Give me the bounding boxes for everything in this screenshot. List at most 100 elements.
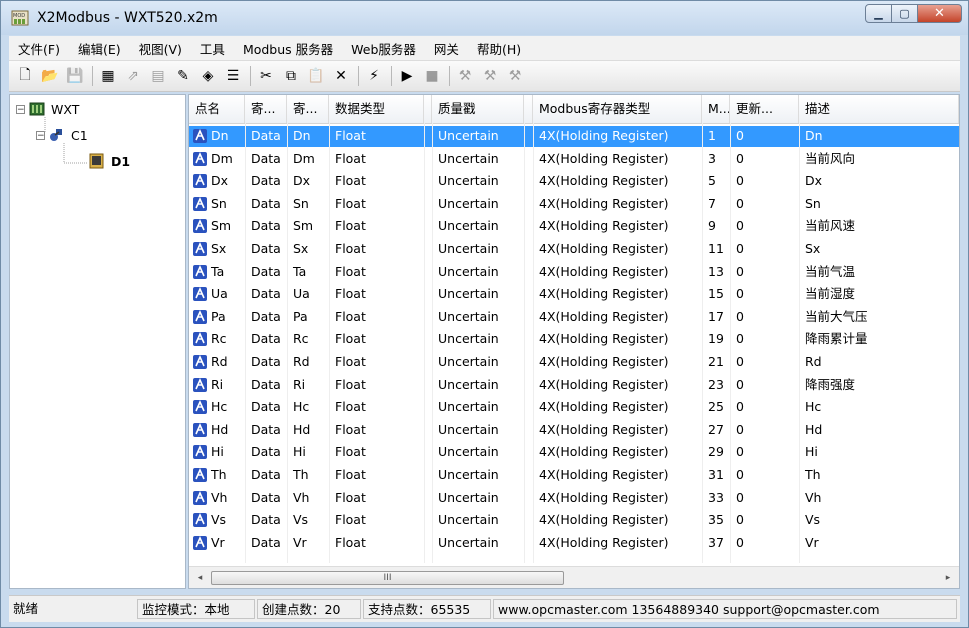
- table-cell: Dx: [211, 173, 229, 189]
- menu-item-1[interactable]: 编辑(E): [69, 39, 130, 58]
- tree-node-device[interactable]: D1: [88, 153, 130, 169]
- open-folder-icon[interactable]: 📂: [40, 66, 60, 86]
- table-row[interactable]: Pa Data Pa Float Uncertain 4X(Holding Registe…: [189, 306, 959, 329]
- table-cell: Th: [293, 467, 309, 482]
- close-button[interactable]: ✕: [918, 4, 962, 23]
- table-cell: Uncertain: [438, 150, 499, 166]
- menu-item-2[interactable]: 视图(V): [130, 39, 191, 58]
- menu-item-3[interactable]: 工具: [191, 39, 234, 58]
- table-cell: Uncertain: [438, 376, 499, 392]
- table-cell: Float: [335, 489, 366, 505]
- tree-node-channel[interactable]: − C1: [36, 127, 88, 143]
- save-icon[interactable]: 💾: [65, 66, 85, 86]
- table-row[interactable]: Rd Data Rd Float Uncertain 4X(Holding Registe…: [189, 351, 959, 374]
- tag-icon: [193, 129, 207, 143]
- table-row[interactable]: Dn Data Dn Float Uncertain 4X(Holding Registe…: [189, 125, 959, 148]
- table-cell: Data: [251, 195, 281, 211]
- collapse-icon[interactable]: −: [36, 130, 45, 140]
- batch-add-icon[interactable]: ◈: [198, 66, 218, 86]
- table-cell: Uncertain: [438, 308, 499, 324]
- column-header-0[interactable]: 点名: [189, 95, 245, 123]
- table-cell: Data: [251, 173, 281, 189]
- tool-c-icon[interactable]: ⚒: [505, 66, 525, 86]
- start-icon[interactable]: ▶: [397, 66, 417, 86]
- collapse-icon[interactable]: −: [16, 104, 25, 114]
- table-row[interactable]: Dm Data Dm Float Uncertain 4X(Holding Registe…: [189, 148, 959, 171]
- add-device-icon[interactable]: ▦: [98, 66, 118, 86]
- table-row[interactable]: Sn Data Sn Float Uncertain 4X(Holding Registe…: [189, 193, 959, 216]
- add-group-icon[interactable]: ▤: [148, 66, 168, 86]
- table-row[interactable]: Hd Data Hd Float Uncertain 4X(Holding Registe…: [189, 419, 959, 442]
- menu-item-4[interactable]: Modbus 服务器: [234, 39, 342, 58]
- table-row[interactable]: Vh Data Vh Float Uncertain 4X(Holding Registe…: [189, 487, 959, 510]
- column-header-8[interactable]: 描述: [799, 95, 959, 123]
- table-row[interactable]: Ta Data Ta Float Uncertain 4X(Holding Registe…: [189, 261, 959, 284]
- table-row[interactable]: Dx Data Dx Float Uncertain 4X(Holding Registe…: [189, 170, 959, 193]
- table-row[interactable]: Ri Data Ri Float Uncertain 4X(Holding Registe…: [189, 374, 959, 397]
- table-cell: Float: [335, 512, 366, 528]
- scroll-right-icon[interactable]: ▸: [941, 571, 955, 585]
- scroll-thumb[interactable]: III: [211, 571, 564, 585]
- table-row[interactable]: Sm Data Sm Float Uncertain 4X(Holding Registe…: [189, 215, 959, 238]
- table-row[interactable]: Th Data Th Float Uncertain 4X(Holding Registe…: [189, 464, 959, 487]
- table-row[interactable]: Ua Data Ua Float Uncertain 4X(Holding Registe…: [189, 283, 959, 306]
- grid-line: [702, 123, 703, 563]
- column-header-6[interactable]: M...: [702, 95, 730, 123]
- tag-icon: [193, 242, 207, 256]
- column-header-4[interactable]: 质量戳: [432, 95, 524, 123]
- table-cell: Dm: [293, 150, 315, 166]
- table-row[interactable]: Hi Data Hi Float Uncertain 4X(Holding Registe…: [189, 441, 959, 464]
- tool-b-icon[interactable]: ⚒: [480, 66, 500, 86]
- table-cell: Hi: [805, 444, 818, 460]
- title-bar[interactable]: MOD X2Modbus - WXT520.x2m ▁ ▢ ✕: [1, 1, 968, 35]
- menu-item-7[interactable]: 帮助(H): [468, 39, 530, 58]
- add-channel-icon[interactable]: ⇗: [123, 66, 143, 86]
- table-row[interactable]: Vs Data Vs Float Uncertain 4X(Holding Registe…: [189, 509, 959, 532]
- menu-item-5[interactable]: Web服务器: [342, 39, 425, 58]
- horizontal-scrollbar[interactable]: ◂ III ▸: [189, 566, 959, 588]
- table-row[interactable]: Rc Data Rc Float Uncertain 4X(Holding Registe…: [189, 328, 959, 351]
- minimize-button[interactable]: ▁: [865, 4, 892, 23]
- maximize-button[interactable]: ▢: [892, 4, 918, 23]
- tag-icon: [193, 264, 207, 279]
- delete-icon[interactable]: ✕: [331, 66, 351, 86]
- status-pane-3: 支持点数：65535: [363, 599, 491, 619]
- stop-icon[interactable]: ■: [422, 66, 442, 86]
- menu-bar: 文件(F) 编辑(E) 视图(V) 工具 Modbus 服务器 Web服务器 网关 帮助(H): [9, 36, 960, 61]
- tag-list[interactable]: 点名 寄... 寄... 数据类型 质量戳 Modbus寄存器类型 M... 更新... 描述 …: [188, 94, 960, 589]
- new-file-icon[interactable]: 🗋: [15, 66, 35, 86]
- table-cell: 0: [736, 128, 744, 143]
- column-header-2[interactable]: 寄...: [287, 95, 329, 123]
- monitor-icon[interactable]: ⚡: [364, 66, 384, 86]
- device-icon: [89, 153, 104, 169]
- table-cell: 当前风向: [805, 150, 856, 166]
- paste-icon[interactable]: 📋: [306, 66, 326, 86]
- column-header-7[interactable]: 更新...: [730, 95, 799, 123]
- table-cell: Uncertain: [438, 218, 499, 234]
- table-cell: Ta: [211, 263, 225, 279]
- table-cell: 0: [736, 308, 744, 324]
- project-tree[interactable]: − WXT − C1 D1: [9, 94, 186, 589]
- column-header-3[interactable]: 数据类型: [329, 95, 424, 123]
- table-cell: Hd: [293, 421, 311, 437]
- table-row[interactable]: Vr Data Vr Float Uncertain 4X(Holding Registe…: [189, 532, 959, 555]
- menu-item-6[interactable]: 网关: [425, 39, 468, 58]
- table-cell: Hd: [211, 421, 229, 437]
- properties-icon[interactable]: ☰: [223, 66, 243, 86]
- add-tag-icon[interactable]: ✎: [173, 66, 193, 86]
- column-header-1[interactable]: 寄...: [245, 95, 287, 123]
- tag-icon: [193, 355, 207, 369]
- tree-node-root[interactable]: − WXT: [16, 101, 79, 117]
- menu-item-0[interactable]: 文件(F): [9, 39, 69, 58]
- copy-icon[interactable]: ⧉: [281, 66, 301, 86]
- tool-a-icon[interactable]: ⚒: [455, 66, 475, 86]
- status-pane-1: 监控模式：本地: [137, 599, 255, 619]
- table-cell: 0: [736, 489, 744, 505]
- table-row[interactable]: Hc Data Hc Float Uncertain 4X(Holding Registe…: [189, 396, 959, 419]
- table-row[interactable]: Sx Data Sx Float Uncertain 4X(Holding Registe…: [189, 238, 959, 261]
- table-cell: Data: [251, 308, 281, 324]
- scroll-left-icon[interactable]: ◂: [193, 571, 207, 585]
- table-cell: Float: [335, 354, 366, 369]
- column-header-5[interactable]: Modbus寄存器类型: [533, 95, 702, 123]
- cut-icon[interactable]: ✂: [256, 66, 276, 86]
